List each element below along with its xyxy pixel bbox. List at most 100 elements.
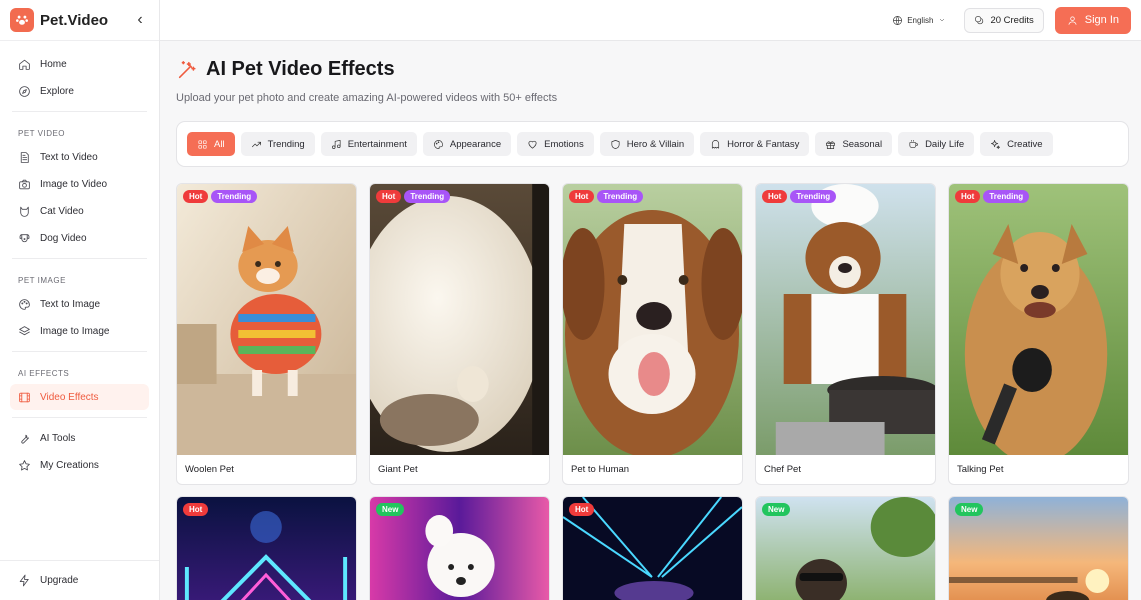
hot-badge: Hot [762,190,788,203]
effect-thumbnail: Hot Trending [949,184,1128,455]
badge-group: New [955,503,984,516]
effect-thumbnail: New [370,497,549,600]
filter-horror-fantasy[interactable]: Horror & Fantasy [700,132,810,156]
effect-thumbnail: New [756,497,935,600]
effect-card-talking-pet[interactable]: Hot Trending Talking Pet [948,183,1129,485]
compass-icon [19,85,30,97]
credits-badge[interactable]: 20 Credits [964,7,1044,33]
sidebar-item-label: Text to Video [40,151,98,163]
badge-group: Hot Trending [955,190,1030,203]
new-badge: New [762,503,791,516]
sidebar-item-home[interactable]: Home [10,51,149,77]
hot-badge: Hot [955,190,981,203]
section-heading-pet-image: PET IMAGE [18,276,66,285]
cat-icon [20,206,29,217]
sidebar-item-explore[interactable]: Explore [10,78,149,104]
magic-wand-icon [178,60,196,78]
palette-icon [19,298,30,310]
effect-thumbnail: Hot Trending [370,184,549,455]
sidebar-item-label: Explore [40,85,74,97]
filter-entertainment[interactable]: Entertainment [320,132,417,156]
trending-badge: Trending [597,190,644,203]
wrench-icon [21,434,29,444]
filter-emotions[interactable]: Emotions [517,132,594,156]
sidebar-item-ai-tools[interactable]: AI Tools [10,425,149,451]
effect-card-sunset-beach[interactable]: New [948,496,1129,600]
filter-hero-villain[interactable]: Hero & Villain [599,132,695,156]
sidebar-item-cat-video[interactable]: Cat Video [10,198,149,224]
effect-card-laser-show[interactable]: Hot [562,496,743,600]
language-selector[interactable]: English [892,15,946,26]
badge-group: Hot Trending [183,190,258,203]
sidebar-item-image-to-image[interactable]: Image to Image [10,318,149,344]
effect-card-label: Woolen Pet [185,464,234,475]
layers-icon [19,325,30,335]
effect-card-label: Pet to Human [571,464,630,475]
filter-appearance[interactable]: Appearance [422,132,512,156]
filter-seasonal[interactable]: Seasonal [815,132,893,156]
filter-trending[interactable]: Trending [240,132,315,156]
gift-icon [826,140,836,149]
camera-icon [19,179,30,189]
sign-in-button[interactable]: Sign In [1054,6,1131,34]
effect-thumbnail: Hot Trending [756,184,935,455]
filter-creative[interactable]: Creative [980,132,1053,156]
sparkles-icon [991,139,1001,149]
lightning-icon [19,574,29,586]
badge-group: Hot Trending [762,190,837,203]
globe-icon [893,15,903,25]
effect-card-disco-poodle[interactable]: New [369,496,550,600]
effect-card-cool-dog[interactable]: New [755,496,936,600]
filter-bar: All Trending Entertainment Appearance Em… [176,121,1129,167]
filter-label: All [214,138,225,150]
trending-badge: Trending [404,190,451,203]
title-row: AI Pet Video Effects [176,58,1129,81]
filter-daily-life[interactable]: Daily Life [898,132,975,156]
sidebar-item-video-effects[interactable]: Video Effects [10,384,149,410]
star-icon [19,459,30,470]
shield-icon [611,139,620,149]
page-title: AI Pet Video Effects [206,58,395,80]
filter-label: Creative [1007,138,1043,150]
content: AI Pet Video Effects Upload your pet pho… [160,41,1141,600]
sidebar-item-label: Home [40,58,67,70]
effect-card-woolen-pet[interactable]: Hot Trending Woolen Pet [176,183,357,485]
sign-in-label: Sign In [1084,14,1119,26]
effect-thumbnail: New [949,497,1128,600]
filter-all[interactable]: All [187,132,235,156]
heart-icon [528,140,537,149]
effect-thumbnail: Hot [177,497,356,600]
paw-logo-icon[interactable] [10,8,34,32]
divider [12,417,147,418]
divider [12,258,147,259]
home-icon [19,59,30,70]
brand-bar: Pet.Video ‹ [0,0,159,41]
trending-up-icon [251,141,261,147]
language-label: English [907,15,934,25]
top-bar: English 20 Credits Sign In [160,0,1141,41]
trending-badge: Trending [790,190,837,203]
sidebar-item-label: Text to Image [40,298,101,310]
badge-group: Hot [183,503,209,516]
brand-name[interactable]: Pet.Video [40,12,131,29]
sidebar-item-label: My Creations [40,459,99,471]
sidebar-item-text-to-image[interactable]: Text to Image [10,291,149,317]
effect-card-pet-to-human[interactable]: Hot Trending Pet to Human [562,183,743,485]
effect-card-chef-pet[interactable]: Hot Trending Chef Pet [755,183,936,485]
badge-group: Hot Trending [569,190,644,203]
badge-group: New [762,503,791,516]
effect-thumbnail: Hot Trending [563,184,742,455]
sidebar-item-text-to-video[interactable]: Text to Video [10,144,149,170]
sidebar-item-my-creations[interactable]: My Creations [10,452,149,478]
collapse-sidebar-icon[interactable]: ‹ [131,11,149,29]
badge-group: Hot Trending [376,190,451,203]
sidebar-item-upgrade[interactable]: Upgrade [10,567,149,593]
sidebar-item-dog-video[interactable]: Dog Video [10,225,149,251]
effect-card-giant-pet[interactable]: Hot Trending Giant Pet [369,183,550,485]
sidebar-item-label: AI Tools [40,432,76,444]
effect-card-label: Giant Pet [378,464,418,475]
sidebar-item-label: Image to Video [40,178,108,190]
sidebar-item-image-to-video[interactable]: Image to Video [10,171,149,197]
filter-label: Appearance [449,138,502,150]
effect-card-neon-stage[interactable]: Hot [176,496,357,600]
